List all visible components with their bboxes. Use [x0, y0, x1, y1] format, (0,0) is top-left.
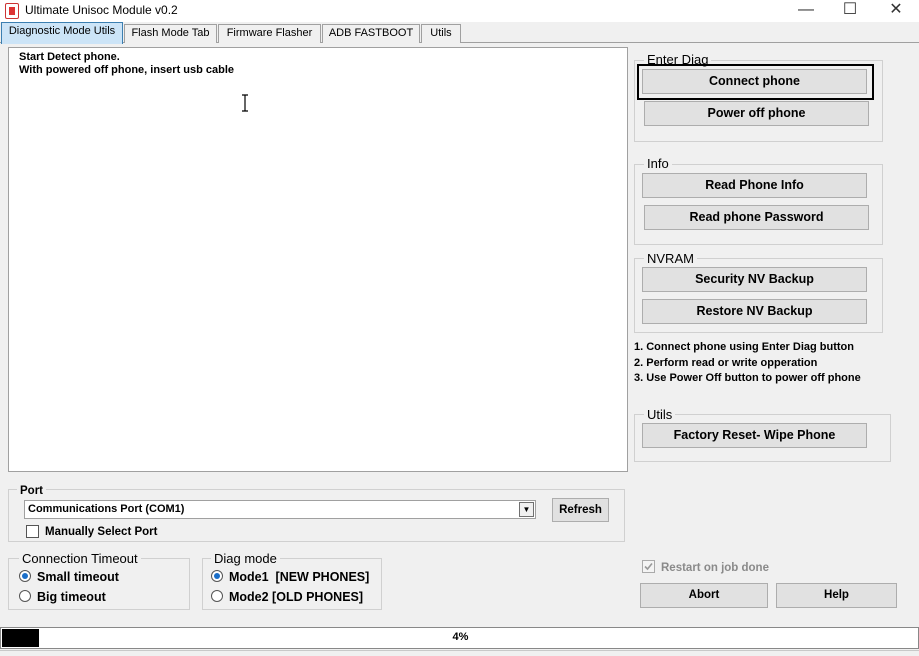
- read-phone-password-button[interactable]: Read phone Password: [644, 205, 869, 230]
- help-button[interactable]: Help: [776, 583, 897, 608]
- refresh-button[interactable]: Refresh: [552, 498, 609, 522]
- mode2-radio[interactable]: [211, 590, 223, 602]
- port-selected-value: Communications Port (COM1): [28, 503, 185, 515]
- diag-mode-title: Diag mode: [211, 552, 280, 566]
- progress-label: 4%: [452, 631, 469, 643]
- instruction-line: 3. Use Power Off button to power off pho…: [634, 372, 861, 384]
- security-nv-backup-button[interactable]: Security NV Backup: [642, 267, 867, 292]
- abort-button[interactable]: Abort: [640, 583, 768, 608]
- connection-timeout-title: Connection Timeout: [19, 552, 141, 566]
- close-button[interactable]: ✕: [873, 0, 919, 22]
- tab-diagnostic-mode-utils[interactable]: Diagnostic Mode Utils: [1, 22, 123, 44]
- log-output[interactable]: Start Detect phone. With powered off pho…: [8, 47, 628, 472]
- port-title: Port: [17, 484, 46, 498]
- instruction-line: 2. Perform read or write opperation: [634, 356, 818, 369]
- tab-utils[interactable]: Utils: [421, 24, 461, 43]
- tab-strip: Diagnostic Mode Utils Flash Mode Tab Fir…: [0, 22, 919, 44]
- nvram-title: NVRAM: [644, 252, 697, 266]
- chevron-down-icon[interactable]: ▼: [519, 502, 534, 517]
- mode1-label: Mode1 [NEW PHONES]: [229, 570, 370, 584]
- tab-adb-fastboot[interactable]: ADB FASTBOOT: [322, 24, 420, 43]
- factory-reset-button[interactable]: Factory Reset- Wipe Phone: [642, 423, 867, 448]
- mode2-label: Mode2 [OLD PHONES]: [229, 590, 364, 604]
- restart-checkbox[interactable]: [642, 560, 655, 573]
- instructions: 1. Connect phone using Enter Diag button…: [634, 340, 914, 387]
- minimize-button[interactable]: —: [783, 0, 829, 22]
- tab-flash-mode[interactable]: Flash Mode Tab: [124, 24, 217, 43]
- text-cursor-icon: [242, 94, 248, 112]
- log-line: Start Detect phone.: [19, 51, 120, 63]
- big-timeout-label: Big timeout: [37, 590, 106, 604]
- manual-port-label: Manually Select Port: [45, 526, 158, 538]
- status-bar: [0, 650, 919, 656]
- app-icon: [5, 3, 19, 19]
- restart-label: Restart on job done: [661, 562, 769, 574]
- small-timeout-label: Small timeout: [37, 570, 119, 584]
- maximize-button[interactable]: ☐: [827, 0, 873, 22]
- progress-bar: 4%: [0, 627, 919, 649]
- instruction-line: 1. Connect phone using Enter Diag button: [634, 341, 854, 353]
- power-off-phone-button[interactable]: Power off phone: [644, 101, 869, 126]
- port-select[interactable]: Communications Port (COM1) ▼: [24, 500, 536, 519]
- restore-nv-backup-button[interactable]: Restore NV Backup: [642, 299, 867, 324]
- window-title: Ultimate Unisoc Module v0.2: [25, 3, 178, 17]
- small-timeout-radio[interactable]: [19, 570, 31, 582]
- utils-title: Utils: [644, 408, 676, 422]
- title-bar: Ultimate Unisoc Module v0.2 — ☐ ✕: [0, 0, 919, 22]
- info-title: Info: [644, 157, 672, 171]
- log-line: With powered off phone, insert usb cable: [19, 64, 235, 76]
- tab-firmware-flasher[interactable]: Firmware Flasher: [218, 24, 321, 43]
- manual-port-checkbox[interactable]: [26, 525, 39, 538]
- mode1-radio[interactable]: [211, 570, 223, 582]
- checkmark-icon: [644, 562, 653, 571]
- read-phone-info-button[interactable]: Read Phone Info: [642, 173, 867, 198]
- big-timeout-radio[interactable]: [19, 590, 31, 602]
- connect-phone-button[interactable]: Connect phone: [642, 69, 867, 94]
